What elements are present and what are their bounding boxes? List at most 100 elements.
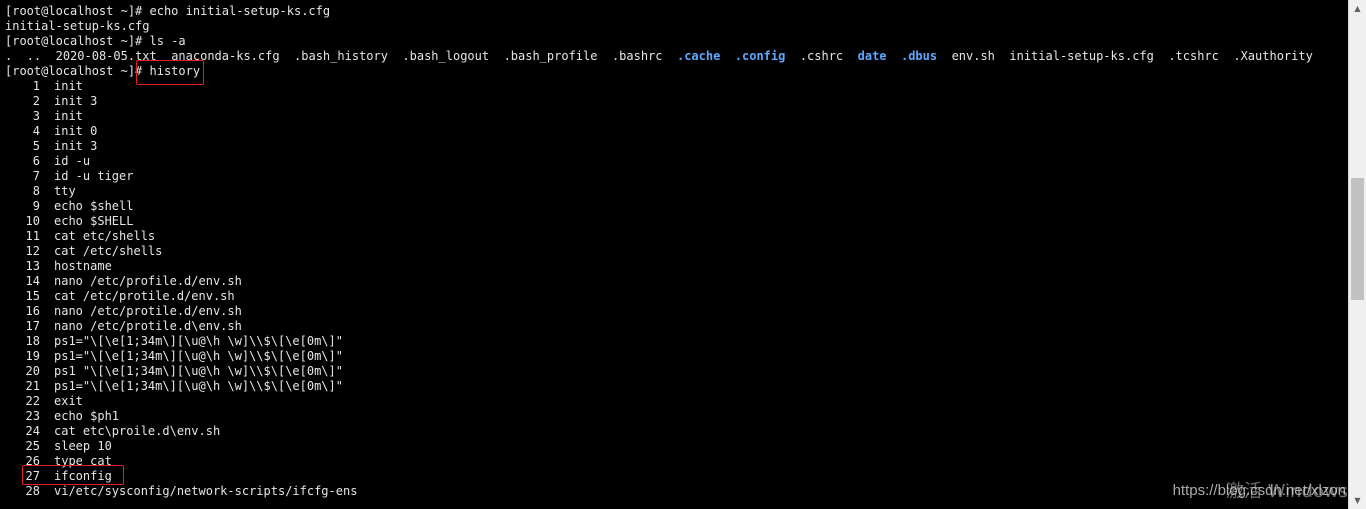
terminal-window[interactable]: [root@localhost ~]# echo initial-setup-k… [0,0,1348,509]
ls-entry-directory: .dbus [900,49,938,63]
history-entry: 9 echo $shell [5,199,134,214]
chevron-down-icon[interactable]: ▼ [1349,492,1366,509]
history-entry-command: echo $ph1 [54,409,120,423]
history-entry: 28 vi/etc/sysconfig/network-scripts/ifcfg… [5,484,358,499]
command-line-echo: [root@localhost ~]# echo initial-setup-k… [5,4,331,18]
history-entry: 25 sleep 10 [5,439,112,454]
history-entry: 13 hostname [5,259,112,274]
history-entry-number: 19 [25,349,40,363]
ls-entry-file: .bash_profile [503,49,598,63]
output-line-echo: initial-setup-ks.cfg [5,19,150,33]
vertical-scrollbar[interactable]: ▲ ▼ [1348,0,1366,509]
history-entry-command: id -u tiger [54,169,134,183]
ls-entry-directory: .cache [676,49,721,63]
history-entry-number: 3 [32,109,40,123]
history-entry: 7 id -u tiger [5,169,134,184]
ls-entry-file: .bash_logout [402,49,490,63]
scrollbar-thumb[interactable] [1351,178,1364,300]
history-entry-command: init 0 [54,124,98,138]
history-entry-command: cat /etc/shells [54,244,163,258]
history-entry-command: cat /etc/protile.d/env.sh [54,289,235,303]
history-entry-command: init [54,79,83,93]
history-entry-number: 20 [25,364,40,378]
history-entry-command: sleep 10 [54,439,112,453]
command-line-ls: [root@localhost ~]# ls -a [5,34,186,48]
history-entry-number: 9 [32,199,40,213]
history-entry: 16 nano /etc/protile.d/env.sh [5,304,242,319]
history-entry-number: 10 [25,214,40,228]
ls-entry-file: .bashrc [611,49,663,63]
history-entry-number: 13 [25,259,40,273]
history-entry: 3 init [5,109,83,124]
history-entry-number: 17 [25,319,40,333]
history-entry-command: nano /etc/profile.d/env.sh [54,274,242,288]
history-entry: 17 nano /etc/protile.d\env.sh [5,319,242,334]
history-entry: 6 id -u [5,154,90,169]
ls-entry-directory: date [857,49,887,63]
history-entry-number: 12 [25,244,40,258]
prompt: [root@localhost ~]# [5,64,150,78]
highlight-box-history-command [136,60,204,85]
history-entry-number: 16 [25,304,40,318]
history-entry-number: 25 [25,439,40,453]
history-entry-number: 2 [32,94,40,108]
history-entry-command: hostname [54,259,112,273]
ls-entry-file: . [5,49,13,63]
ls-entry-file: .. [26,49,42,63]
history-entry-command: ps1="\[\e[1;34m\][\u@\h \w]\\$\[\e[0m\]" [54,379,343,393]
history-entry-number: 11 [25,229,40,243]
history-entry-command: echo $shell [54,199,134,213]
history-entry-number: 4 [32,124,40,138]
history-entry-number: 14 [25,274,40,288]
ls-entry-directory: .config [734,49,786,63]
highlight-box-ifconfig-entry [22,465,124,485]
history-entry-command: cat etc\proile.d\env.sh [54,424,221,438]
ls-entry-file: .Xauthority [1233,49,1313,63]
history-entry-number: 6 [32,154,40,168]
history-entry-number: 18 [25,334,40,348]
history-entry: 10 echo $SHELL [5,214,134,229]
history-entry-command: nano /etc/protile.d/env.sh [54,304,242,318]
history-entry-command: exit [54,394,83,408]
ls-entry-file: .bash_history [294,49,388,63]
history-entry: 21 ps1="\[\e[1;34m\][\u@\h \w]\\$\[\e[0m\… [5,379,343,394]
history-entry: 8 tty [5,184,76,199]
history-entry-command: vi/etc/sysconfig/network-scripts/ifcfg-e… [54,484,358,498]
history-entry: 18 ps1="\[\e[1;34m\][\u@\h \w]\\$\[\e[0m\… [5,334,343,349]
history-entry-command: ps1="\[\e[1;34m\][\u@\h \w]\\$\[\e[0m\]" [54,349,343,363]
history-entry: 1 init [5,79,83,94]
history-entry: 4 init 0 [5,124,98,139]
ls-entry-file: .tcshrc [1168,49,1219,63]
ls-entry-file: env.sh [951,49,995,63]
history-entry-number: 7 [32,169,40,183]
history-entry: 5 init 3 [5,139,98,154]
history-entry-command: ps1 "\[\e[1;34m\][\u@\h \w]\\$\[\e[0m\]" [54,364,343,378]
history-entry: 12 cat /etc/shells [5,244,163,259]
history-entry-number: 21 [25,379,40,393]
history-entry-number: 5 [32,139,40,153]
history-entry: 11 cat etc/shells [5,229,156,244]
history-entry: 19 ps1="\[\e[1;34m\][\u@\h \w]\\$\[\e[0m\… [5,349,343,364]
history-entry-command: nano /etc/protile.d\env.sh [54,319,242,333]
history-entry: 23 echo $ph1 [5,409,119,424]
history-entry: 14 nano /etc/profile.d/env.sh [5,274,242,289]
history-entry-number: 22 [25,394,40,408]
history-entry-command: tty [54,184,76,198]
history-entry: 24 cat etc\proile.d\env.sh [5,424,221,439]
history-entry-number: 1 [32,79,40,93]
ls-entry-file: initial-setup-ks.cfg [1009,49,1154,63]
history-entry: 22 exit [5,394,83,409]
history-entry: 2 init 3 [5,94,98,109]
history-entry-number: 15 [25,289,40,303]
history-entry-command: ps1="\[\e[1;34m\][\u@\h \w]\\$\[\e[0m\]" [54,334,343,348]
history-entry-command: init [54,109,83,123]
chevron-up-icon[interactable]: ▲ [1349,0,1366,17]
history-entry-command: echo $SHELL [54,214,134,228]
history-entry-number: 24 [25,424,40,438]
history-entry-command: init 3 [54,139,98,153]
history-entry-number: 8 [32,184,40,198]
history-entry-command: init 3 [54,94,98,108]
ls-entry-file: .cshrc [799,49,844,63]
history-entry: 20 ps1 "\[\e[1;34m\][\u@\h \w]\\$\[\e[0m\… [5,364,343,379]
history-entry-number: 28 [25,484,40,498]
